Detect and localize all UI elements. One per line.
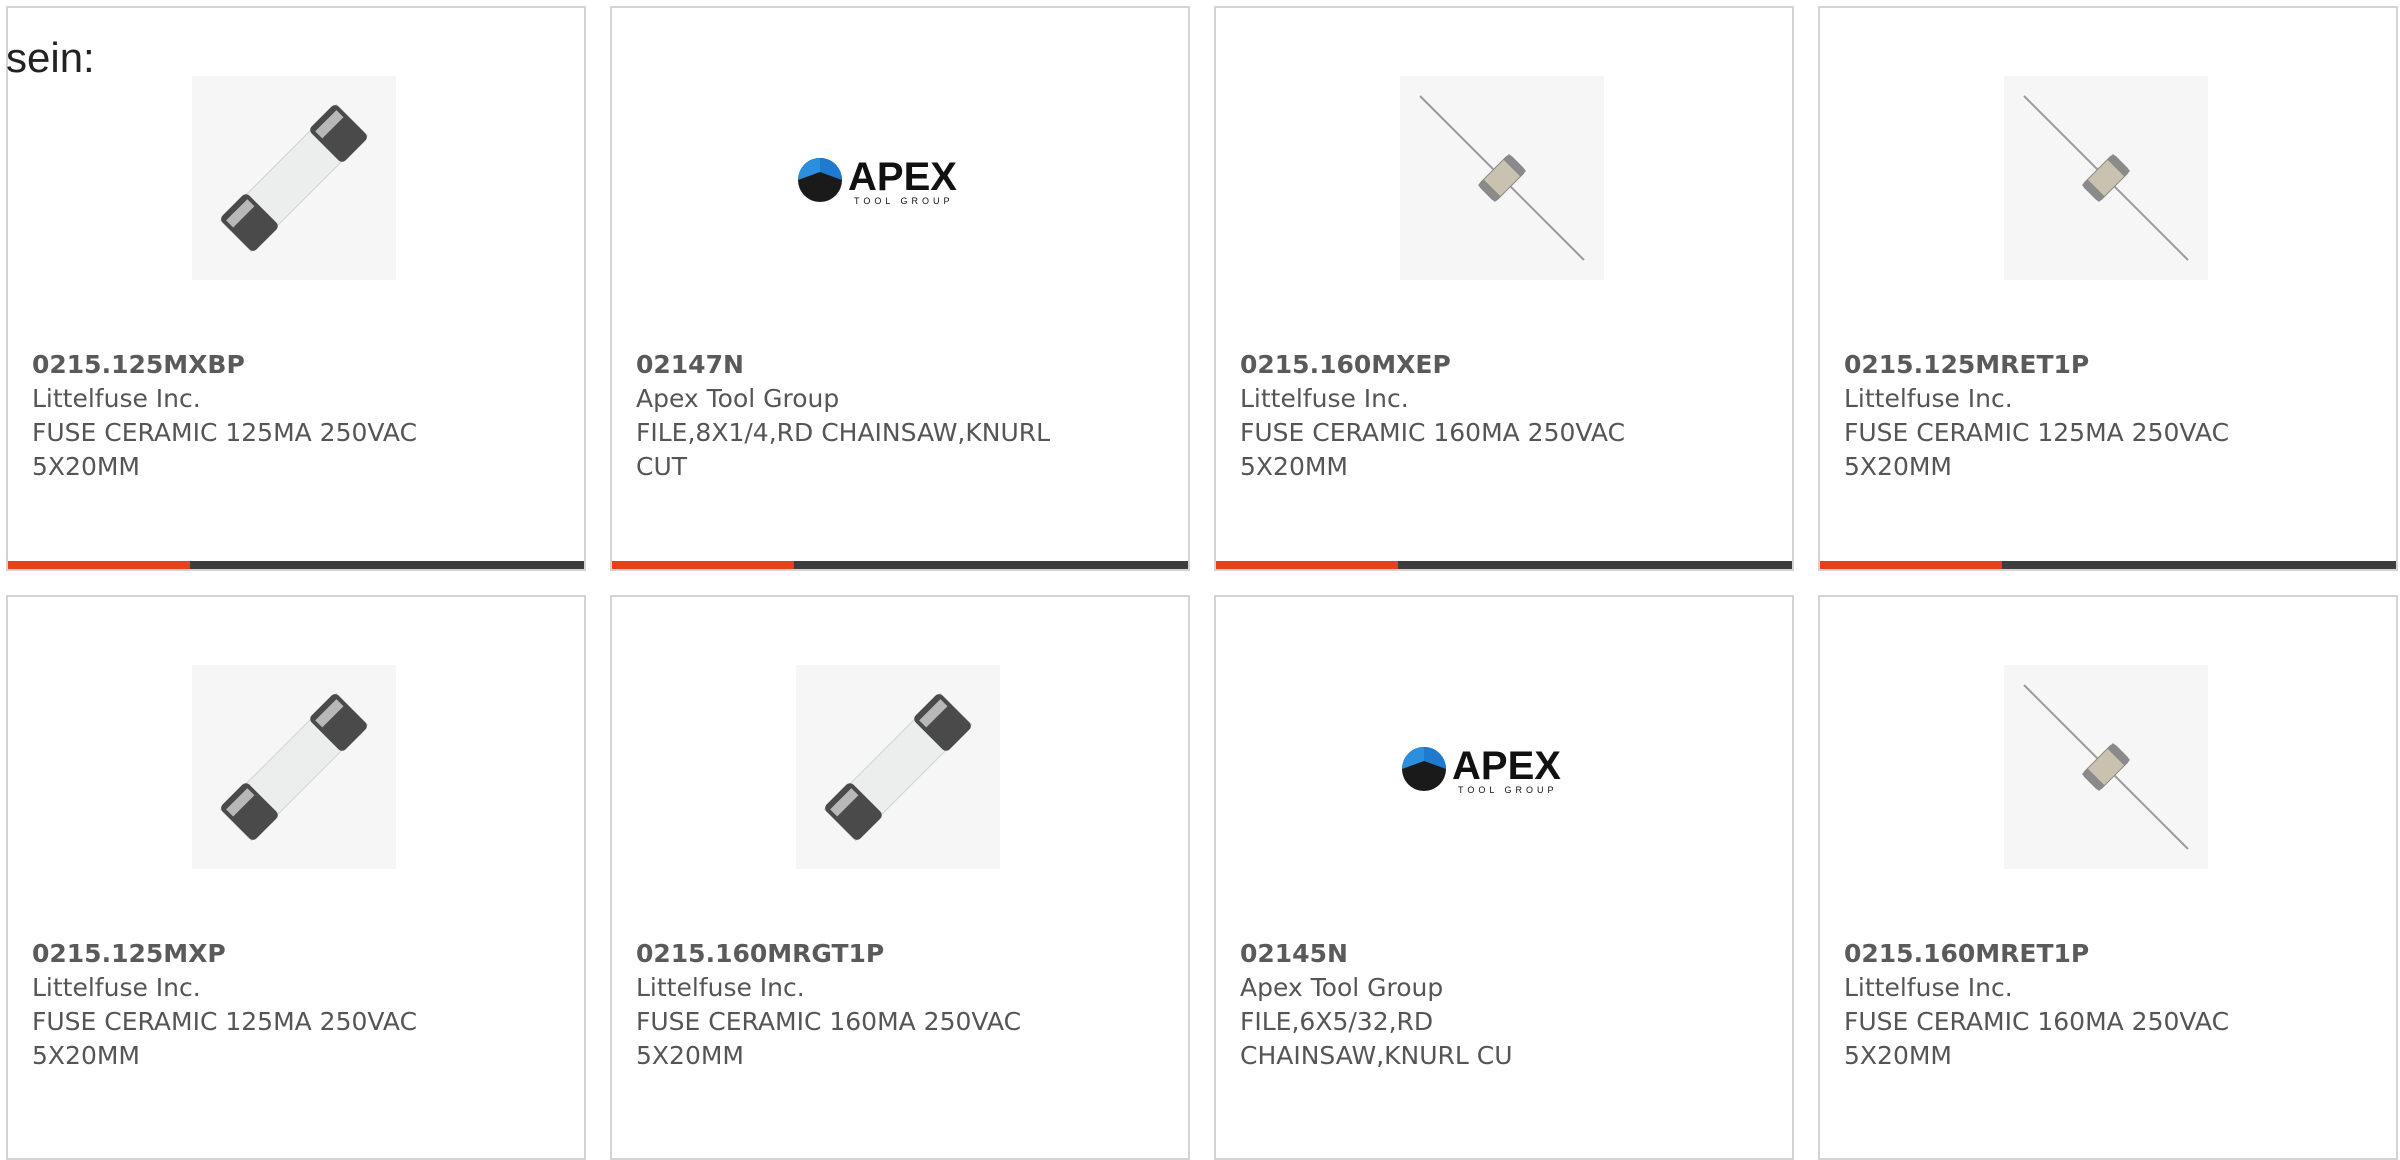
manufacturer: Littelfuse Inc. [1240,384,1409,413]
part-number[interactable]: 0215.125MXP [32,937,560,971]
manufacturer: Littelfuse Inc. [32,973,201,1002]
description: FUSE CERAMIC 125MA 250VAC [32,1007,418,1036]
card-footer-bar [1820,561,2396,569]
manufacturer: Littelfuse Inc. [1844,973,2013,1002]
product-grid: 0215.125MXBP Littelfuse Inc. FUSE CERAMI… [6,6,2400,1160]
product-card[interactable]: 0215.125MRET1P Littelfuse Inc. FUSE CERA… [1818,6,2398,571]
axial-fuse-icon [1419,95,1585,261]
description-cont: 5X20MM [636,1041,744,1070]
card-footer-bar [1216,561,1792,569]
apex-logo-icon: APEX TOOL GROUP [1402,744,1561,795]
logo-text: APEX [1452,744,1561,788]
product-image [192,665,396,869]
product-card[interactable]: 0215.125MXBP Littelfuse Inc. FUSE CERAMI… [6,6,586,571]
product-card[interactable]: 0215.160MXEP Littelfuse Inc. FUSE CERAMI… [1214,6,1794,571]
description-cont: 5X20MM [1844,452,1952,481]
product-image [1400,76,1604,280]
description: FUSE CERAMIC 125MA 250VAC [1844,418,2230,447]
cartridge-fuse-icon [219,103,369,253]
description: FUSE CERAMIC 160MA 250VAC [636,1007,1022,1036]
cartridge-fuse-icon [219,692,369,842]
product-image: APEX TOOL GROUP [796,76,1000,280]
manufacturer: Apex Tool Group [636,384,840,413]
description-cont: 5X20MM [1240,452,1348,481]
manufacturer: Littelfuse Inc. [32,384,201,413]
manufacturer: Littelfuse Inc. [1844,384,2013,413]
axial-fuse-icon [2023,95,2189,261]
apex-logo-icon: APEX TOOL GROUP [798,155,957,206]
part-number[interactable]: 0215.160MRET1P [1844,937,2372,971]
product-image [2004,665,2208,869]
part-number[interactable]: 0215.125MXBP [32,348,560,382]
logo-sub: TOOL GROUP [854,196,954,206]
part-number[interactable]: 0215.125MRET1P [1844,348,2372,382]
product-card[interactable]: 0215.160MRGT1P Littelfuse Inc. FUSE CERA… [610,595,1190,1160]
axial-fuse-icon [2023,684,2189,850]
manufacturer: Apex Tool Group [1240,973,1444,1002]
cartridge-fuse-icon [823,692,973,842]
part-number[interactable]: 0215.160MRGT1P [636,937,1164,971]
description: FUSE CERAMIC 160MA 250VAC [1240,418,1626,447]
product-image: APEX TOOL GROUP [1400,665,1604,869]
product-card[interactable]: 0215.125MXP Littelfuse Inc. FUSE CERAMIC… [6,595,586,1160]
description-cont: CHAINSAW,KNURL CU [1240,1041,1513,1070]
product-image [192,76,396,280]
description-cont: 5X20MM [32,452,140,481]
description: FILE,6X5/32,RD [1240,1007,1434,1036]
description: FUSE CERAMIC 160MA 250VAC [1844,1007,2230,1036]
prefix-text: sein: [6,34,95,81]
logo-text: APEX [848,155,957,199]
product-card[interactable]: 0215.160MRET1P Littelfuse Inc. FUSE CERA… [1818,595,2398,1160]
product-card[interactable]: APEX TOOL GROUP 02147N Apex Tool Group F… [610,6,1190,571]
manufacturer: Littelfuse Inc. [636,973,805,1002]
product-image [2004,76,2208,280]
description: FUSE CERAMIC 125MA 250VAC [32,418,418,447]
part-number[interactable]: 02147N [636,348,1164,382]
card-footer-bar [8,561,584,569]
product-image [796,665,1000,869]
description-cont: 5X20MM [32,1041,140,1070]
part-number[interactable]: 02145N [1240,937,1768,971]
description-cont: CUT [636,452,688,481]
product-card[interactable]: APEX TOOL GROUP 02145N Apex Tool Group F… [1214,595,1794,1160]
description: FILE,8X1/4,RD CHAINSAW,KNURL [636,418,1051,447]
card-footer-bar [612,561,1188,569]
logo-sub: TOOL GROUP [1458,785,1558,795]
description-cont: 5X20MM [1844,1041,1952,1070]
part-number[interactable]: 0215.160MXEP [1240,348,1768,382]
